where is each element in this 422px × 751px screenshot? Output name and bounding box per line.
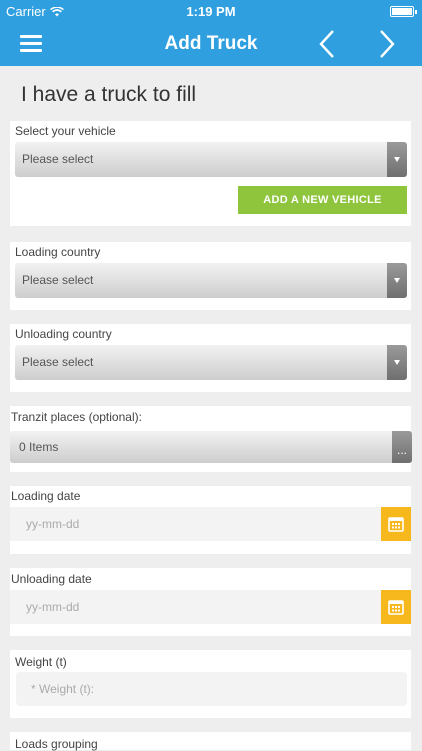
loading-date-label: Loading date bbox=[11, 489, 81, 503]
loads-grouping-card: Loads grouping bbox=[10, 732, 411, 751]
loading-date-card: Loading date yy-mm-dd bbox=[10, 486, 411, 554]
tranzit-label: Tranzit places (optional): bbox=[11, 410, 142, 424]
loading-country-card: Loading country Please select bbox=[10, 242, 411, 310]
weight-placeholder: * Weight (t): bbox=[31, 682, 95, 696]
form-content: I have a truck to fill Select your vehic… bbox=[0, 66, 422, 751]
more-icon[interactable]: ... bbox=[392, 431, 412, 463]
vehicle-card: Select your vehicle Please select ADD A … bbox=[10, 121, 411, 226]
weight-card: Weight (t) * Weight (t): bbox=[10, 650, 411, 718]
loading-country-value: Please select bbox=[22, 273, 94, 287]
battery-icon bbox=[390, 6, 417, 17]
vehicle-select[interactable]: Please select bbox=[15, 142, 407, 177]
tranzit-value: 0 Items bbox=[19, 440, 59, 454]
weight-input[interactable]: * Weight (t): bbox=[16, 672, 407, 706]
unloading-country-select[interactable]: Please select bbox=[15, 345, 407, 380]
loading-date-input[interactable]: yy-mm-dd bbox=[10, 507, 381, 541]
vehicle-select-value: Please select bbox=[22, 152, 94, 166]
dropdown-arrow-icon bbox=[387, 345, 407, 380]
tranzit-select[interactable]: 0 Items ... bbox=[10, 431, 412, 463]
add-new-vehicle-button[interactable]: ADD A NEW VEHICLE bbox=[238, 186, 407, 214]
unloading-country-card: Unloading country Please select bbox=[10, 324, 411, 392]
dropdown-arrow-icon bbox=[387, 142, 407, 177]
nav-bar: Add Truck bbox=[0, 22, 422, 66]
chevron-left-icon[interactable] bbox=[313, 28, 343, 60]
vehicle-label: Select your vehicle bbox=[15, 124, 116, 138]
calendar-icon[interactable] bbox=[381, 507, 411, 541]
unloading-country-value: Please select bbox=[22, 355, 94, 369]
clock: 1:19 PM bbox=[186, 4, 236, 19]
chevron-right-icon[interactable] bbox=[372, 28, 402, 60]
unloading-date-input[interactable]: yy-mm-dd bbox=[10, 590, 381, 624]
form-heading: I have a truck to fill bbox=[21, 83, 197, 106]
loads-grouping-label: Loads grouping bbox=[15, 737, 98, 751]
unloading-date-placeholder: yy-mm-dd bbox=[26, 600, 80, 614]
page-title: Add Truck bbox=[164, 33, 258, 54]
loading-country-select[interactable]: Please select bbox=[15, 263, 407, 298]
unloading-date-card: Unloading date yy-mm-dd bbox=[10, 568, 411, 636]
unloading-date-label: Unloading date bbox=[11, 572, 92, 586]
loading-country-label: Loading country bbox=[15, 245, 101, 259]
status-bar: Carrier 1:19 PM bbox=[0, 0, 422, 22]
unloading-country-label: Unloading country bbox=[15, 327, 112, 341]
calendar-icon[interactable] bbox=[381, 590, 411, 624]
dropdown-arrow-icon bbox=[387, 263, 407, 298]
weight-label: Weight (t) bbox=[15, 655, 67, 669]
loading-date-placeholder: yy-mm-dd bbox=[26, 517, 80, 531]
tranzit-card: Tranzit places (optional): 0 Items ... bbox=[10, 406, 412, 472]
